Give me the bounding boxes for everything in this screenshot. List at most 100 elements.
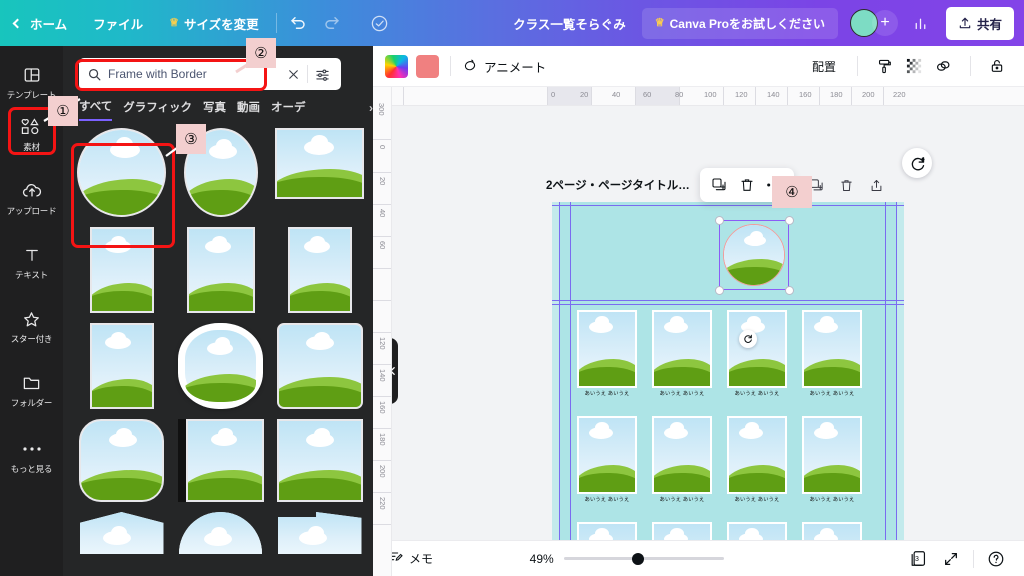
sidebar-item-starred[interactable]: スター付き <box>0 300 63 352</box>
notes-button[interactable]: メモ <box>387 549 433 568</box>
sliders-icon[interactable] <box>311 67 333 82</box>
page-count: 3 <box>914 555 919 563</box>
result-item-portrait-frame[interactable] <box>77 323 166 409</box>
horizontal-ruler[interactable]: 0 20 40 60 80 100 120 140 160 180 200 22… <box>373 87 1024 106</box>
delete-page-icon[interactable] <box>834 172 860 198</box>
bar-chart-icon[interactable] <box>904 0 938 46</box>
frame-caption: あいうえ あいうえ <box>584 497 630 503</box>
crown-icon: ♕ <box>169 16 180 29</box>
panel-tabs: すべて グラフィック 写真 動画 オーデ › <box>79 98 373 121</box>
home-button[interactable]: ホーム <box>0 0 80 46</box>
share-button[interactable]: 共有 <box>945 6 1014 40</box>
resize-handle-bl[interactable] <box>714 285 724 295</box>
frame-thumb[interactable]: あいうえ あいうえ <box>802 416 862 503</box>
frame-thumb[interactable]: あいうえ あいうえ <box>727 416 787 503</box>
divider <box>972 549 974 568</box>
delete-page-icon[interactable] <box>734 172 760 198</box>
file-menu-button[interactable]: ファイル <box>80 0 156 46</box>
guide-line <box>552 304 904 305</box>
zoom-slider[interactable] <box>563 552 724 565</box>
frame-thumb[interactable]: あいうえ あいうえ <box>652 310 712 397</box>
lock-icon[interactable] <box>982 51 1012 81</box>
rotate-small-icon[interactable] <box>739 330 757 348</box>
animate-button[interactable]: アニメート <box>462 57 546 76</box>
result-item-circle-frame[interactable] <box>77 128 166 217</box>
folder-icon <box>22 373 41 393</box>
undo-button[interactable] <box>281 0 315 46</box>
duplicate-page-icon[interactable] <box>706 172 732 198</box>
sidebar-item-more[interactable]: もっと見る <box>0 430 63 482</box>
chevron-left-icon <box>12 18 23 28</box>
transparency-icon[interactable] <box>899 51 929 81</box>
fill-color-swatch[interactable] <box>416 54 439 78</box>
zoom-slider-knob[interactable] <box>631 552 644 565</box>
zoom-controls: 49% <box>524 552 724 566</box>
clear-search-icon[interactable] <box>282 68 304 81</box>
result-item-rounded-rect-frame[interactable] <box>275 323 364 409</box>
result-item-rect-frame[interactable] <box>275 128 364 217</box>
sidebar-item-text[interactable]: テキスト <box>0 236 63 288</box>
sidebar-label-elements: 素材 <box>23 142 40 152</box>
result-item-banner-frame[interactable] <box>275 512 364 554</box>
template-icon <box>23 65 41 85</box>
design-page[interactable]: あいうえ あいうえ あいうえ あいうえ あいうえ あいうえ あいうえ あいうえ … <box>552 202 904 576</box>
frame-thumb[interactable]: あいうえ あいうえ <box>652 416 712 503</box>
result-item-portrait-frame[interactable] <box>176 227 265 313</box>
try-canva-pro-button[interactable]: ♕ Canva Proをお試しください <box>641 7 838 39</box>
frame-thumb[interactable]: あいうえ あいうえ <box>802 310 862 397</box>
frame-caption: あいうえ あいうえ <box>809 391 855 397</box>
home-label: ホーム <box>30 17 68 32</box>
frame-caption: あいうえ あいうえ <box>659 391 705 397</box>
plus-icon: + <box>880 14 890 31</box>
result-item-arch-frame[interactable] <box>176 512 265 554</box>
tab-graphics[interactable]: グラフィック <box>123 99 192 120</box>
page-title[interactable]: 2ページ・ページタイトル… <box>546 177 690 193</box>
document-title[interactable]: クラス一覧そらぐみ <box>497 14 642 33</box>
pages-icon[interactable]: 3 <box>905 545 933 573</box>
help-icon[interactable] <box>982 545 1010 573</box>
result-item-filmstrip-frame[interactable] <box>176 419 265 502</box>
result-item-pentagon-frame[interactable] <box>77 512 166 554</box>
result-item-rounded-tall-frame[interactable] <box>77 419 166 502</box>
paint-roller-icon[interactable] <box>869 51 899 81</box>
frame-thumb[interactable]: あいうえ あいうえ <box>577 310 637 397</box>
result-item-concave-frame[interactable] <box>176 323 265 409</box>
redo-button[interactable] <box>315 0 349 46</box>
export-page-icon[interactable] <box>864 172 890 198</box>
zoom-percent[interactable]: 49% <box>524 552 554 566</box>
design-board[interactable]: 2ページ・ページタイトル… あいうえ あいうえ あいうえ あいうえ あいうえ あ… <box>392 106 1024 576</box>
upload-icon <box>22 181 42 201</box>
guide-line <box>570 202 571 576</box>
more-dots-icon <box>22 439 42 459</box>
frame-thumb[interactable]: あいうえ あいうえ <box>577 416 637 503</box>
notes-label: メモ <box>409 552 434 566</box>
guide-line <box>552 300 904 301</box>
tab-videos[interactable]: 動画 <box>237 99 260 120</box>
result-item-portrait-frame[interactable] <box>275 227 364 313</box>
top-bar-right-group: + 共有 <box>838 0 1024 46</box>
invite-members-button[interactable]: + <box>871 10 898 36</box>
sidebar-item-folders[interactable]: フォルダー <box>0 364 63 416</box>
annotation-marker-2: ② <box>246 38 276 68</box>
sidebar-item-uploads[interactable]: アップロード <box>0 172 63 224</box>
selection-box[interactable] <box>714 215 794 295</box>
result-item-rect-frame[interactable] <box>275 419 364 502</box>
guide-line <box>885 202 886 576</box>
sidebar-label-starred: スター付き <box>10 334 53 344</box>
tab-photos[interactable]: 写真 <box>203 99 226 120</box>
search-icon <box>87 67 102 82</box>
vertical-ruler[interactable]: 300 0 20 40 60 120 140 160 180 200 220 <box>373 87 392 576</box>
tab-audio[interactable]: オーデ <box>271 99 306 120</box>
expand-icon[interactable] <box>937 545 965 573</box>
resize-handle-tl[interactable] <box>714 215 724 225</box>
link-icon[interactable] <box>929 51 959 81</box>
bottom-bar: メモ 49% 3 <box>373 540 1024 576</box>
resize-handle-br[interactable] <box>784 285 794 295</box>
rainbow-color-swatch[interactable] <box>385 54 408 78</box>
collapse-panel-handle[interactable] <box>392 338 398 404</box>
resize-handle-tr[interactable] <box>784 215 794 225</box>
result-item-portrait-frame[interactable] <box>77 227 166 313</box>
position-button[interactable]: 配置 <box>802 58 846 75</box>
rotate-button[interactable] <box>902 148 932 178</box>
frame-thumb[interactable]: あいうえ あいうえ <box>727 310 787 397</box>
